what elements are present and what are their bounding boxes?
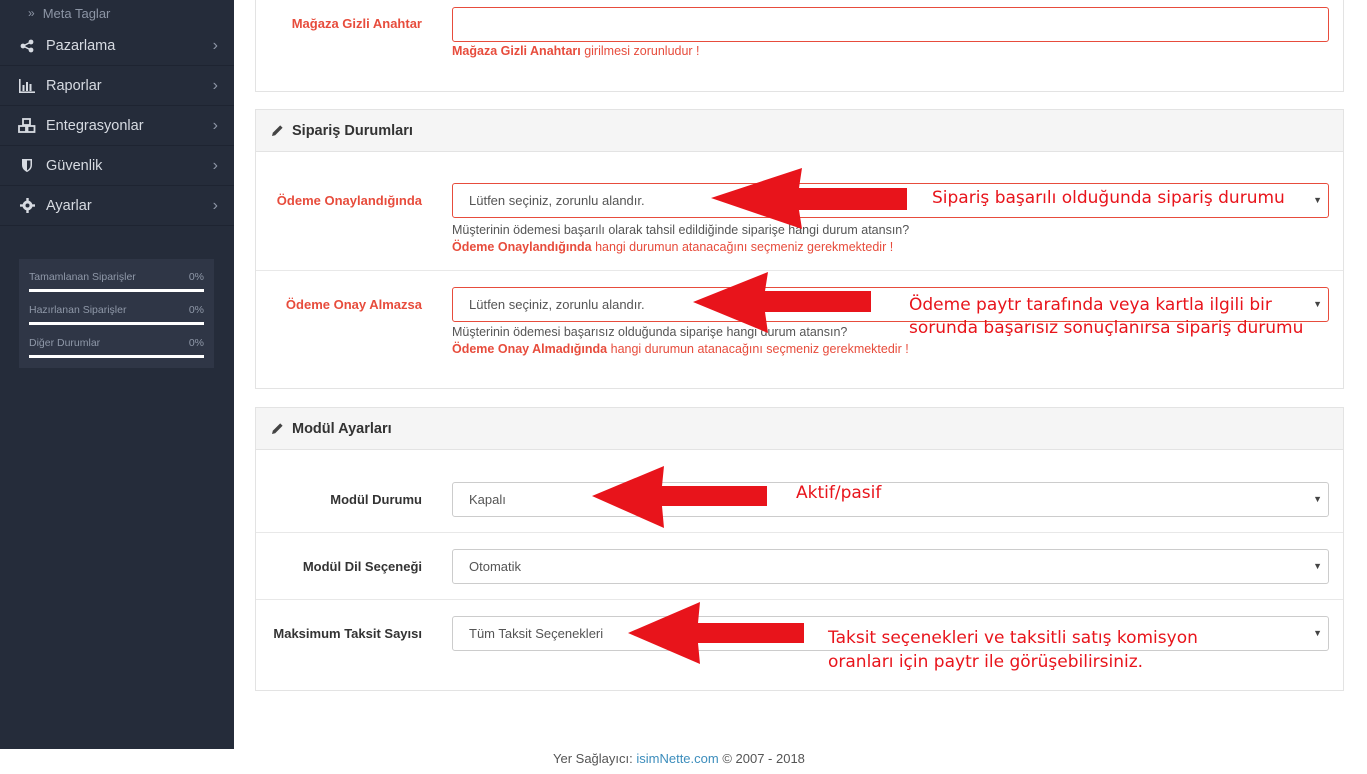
- caret-down-icon: ▼: [1313, 494, 1322, 504]
- stat-label: Diğer Durumlar: [29, 337, 101, 349]
- cubes-icon: [18, 117, 36, 134]
- payment-not-approved-error: Ödeme Onay Almadığında hangi durumun ata…: [452, 341, 909, 357]
- annotation-failure-status-line2: sorunda başarısız sonuçlanırsa sipariş d…: [909, 318, 1304, 338]
- annotation-active-passive: Aktif/pasif: [796, 483, 882, 503]
- error-text: hangi durumun atanacağını seçmeniz gerek…: [591, 240, 894, 254]
- double-chevron-icon: »: [28, 6, 35, 20]
- order-status-panel-header: Sipariş Durumları: [256, 110, 1343, 152]
- footer-provider-link[interactable]: isimNette.com: [636, 751, 718, 766]
- footer: Yer Sağlayıcı: isimNette.com © 2007 - 20…: [0, 749, 1367, 774]
- module-status-label: Modül Durumu: [330, 492, 422, 507]
- annotation-success-status: Sipariş başarılı olduğunda sipariş durum…: [932, 188, 1285, 208]
- error-field-name: Ödeme Onaylandığında: [452, 240, 592, 254]
- pencil-icon: [271, 422, 284, 435]
- chevron-right-icon: ›: [212, 116, 218, 134]
- chevron-right-icon: ›: [212, 76, 218, 94]
- footer-prefix: Yer Sağlayıcı:: [553, 751, 637, 766]
- order-status-panel: Sipariş Durumları Ödeme Onaylandığında L…: [255, 109, 1344, 389]
- select-value: Otomatik: [469, 559, 522, 574]
- sidebar-item-reports[interactable]: Raporlar ›: [0, 66, 234, 106]
- payment-approved-error: Ödeme Onaylandığında hangi durumun atana…: [452, 239, 893, 255]
- max-installment-label: Maksimum Taksit Sayısı: [273, 626, 422, 641]
- chevron-right-icon: ›: [212, 196, 218, 214]
- module-settings-panel-header: Modül Ayarları: [256, 408, 1343, 450]
- select-value: Tüm Taksit Seçenekleri: [469, 626, 604, 641]
- annotation-installment-line2: oranları için paytr ile görüşebilirsiniz…: [828, 652, 1144, 672]
- secret-key-label: Mağaza Gizli Anahtar: [291, 16, 422, 31]
- sidebar-item-label: Raporlar: [46, 77, 102, 94]
- pencil-icon: [271, 124, 284, 137]
- error-text: hangi durumun atanacağını seçmeniz gerek…: [607, 342, 909, 356]
- error-text: girilmesi zorunludur !: [580, 44, 700, 58]
- module-language-select[interactable]: Otomatik ▼: [452, 549, 1329, 584]
- error-field-name: Ödeme Onay Almadığında: [452, 342, 608, 356]
- module-status-select[interactable]: Kapalı ▼: [452, 482, 1329, 517]
- sidebar-subitem-meta-tags[interactable]: » Meta Taglar: [0, 0, 234, 26]
- caret-down-icon: ▼: [1313, 299, 1322, 309]
- stat-preparing-orders: Hazırlanan Siparişler 0%: [29, 302, 204, 335]
- sidebar-item-label: Güvenlik: [46, 157, 103, 174]
- payment-approved-help: Müşterinin ödemesi başarılı olarak tahsi…: [452, 223, 910, 237]
- bar-chart-icon: [18, 78, 36, 94]
- stat-value: 0%: [188, 337, 204, 349]
- shield-icon: [18, 158, 36, 174]
- stat-value: 0%: [188, 271, 204, 283]
- panel-title: Modül Ayarları: [292, 420, 392, 437]
- secret-key-input[interactable]: [452, 7, 1329, 42]
- stat-label: Hazırlanan Siparişler: [29, 304, 127, 316]
- sidebar: » Meta Taglar Pazarlama › Raporlar › Ent…: [0, 0, 234, 749]
- select-value: Lütfen seçiniz, zorunlu alandır.: [469, 297, 645, 312]
- payment-approved-row: Ödeme Onaylandığında Lütfen seçiniz, zor…: [256, 152, 1343, 271]
- sidebar-item-integrations[interactable]: Entegrasyonlar ›: [0, 106, 234, 146]
- sidebar-item-label: Entegrasyonlar: [46, 117, 144, 134]
- caret-down-icon: ▼: [1313, 195, 1322, 205]
- stat-value: 0%: [188, 304, 204, 316]
- stat-progress-bar: [29, 289, 204, 292]
- secret-key-row: Mağaza Gizli Anahtar Mağaza Gizli Anahta…: [256, 0, 1343, 90]
- gear-icon: [18, 198, 36, 214]
- share-icon: [18, 38, 36, 54]
- caret-down-icon: ▼: [1313, 561, 1322, 571]
- sidebar-item-label: Pazarlama: [46, 37, 116, 54]
- chevron-right-icon: ›: [212, 36, 218, 54]
- stat-progress-bar: [29, 322, 204, 325]
- module-language-row: Modül Dil Seçeneği Otomatik ▼: [256, 533, 1343, 600]
- sidebar-item-label: Ayarlar: [46, 197, 92, 214]
- module-language-label: Modül Dil Seçeneği: [302, 559, 422, 574]
- sidebar-item-settings[interactable]: Ayarlar ›: [0, 186, 234, 226]
- sidebar-item-security[interactable]: Güvenlik ›: [0, 146, 234, 186]
- stat-progress-bar: [29, 355, 204, 358]
- chevron-right-icon: ›: [212, 156, 218, 174]
- sidebar-subitem-label: Meta Taglar: [42, 5, 111, 21]
- select-value: Kapalı: [469, 492, 506, 507]
- stat-label: Tamamlanan Siparişler: [29, 271, 136, 283]
- secret-key-error: Mağaza Gizli Anahtarı girilmesi zorunlud…: [452, 43, 700, 59]
- caret-down-icon: ▼: [1313, 628, 1322, 638]
- annotation-installment-line1: Taksit seçenekleri ve taksitli satış kom…: [828, 628, 1198, 648]
- payment-not-approved-help: Müşterinin ödemesi başarısız olduğunda s…: [452, 325, 848, 339]
- payment-approved-label: Ödeme Onaylandığında: [276, 193, 422, 208]
- select-value: Lütfen seçiniz, zorunlu alandır.: [469, 193, 645, 208]
- order-stats-box: Tamamlanan Siparişler 0% Hazırlanan Sipa…: [19, 259, 214, 368]
- error-field-name: Mağaza Gizli Anahtarı: [452, 44, 581, 58]
- stat-other-statuses: Diğer Durumlar 0%: [29, 335, 204, 368]
- panel-title: Sipariş Durumları: [292, 122, 413, 139]
- stat-completed-orders: Tamamlanan Siparişler 0%: [29, 269, 204, 302]
- payment-not-approved-label: Ödeme Onay Almazsa: [285, 297, 422, 312]
- api-settings-panel: Mağaza Gizli Anahtar Mağaza Gizli Anahta…: [255, 0, 1344, 92]
- sidebar-item-marketing[interactable]: Pazarlama ›: [0, 26, 234, 66]
- footer-copyright: © 2007 - 2018: [718, 751, 805, 766]
- annotation-failure-status-line1: Ödeme paytr tarafında veya kartla ilgili…: [909, 295, 1272, 315]
